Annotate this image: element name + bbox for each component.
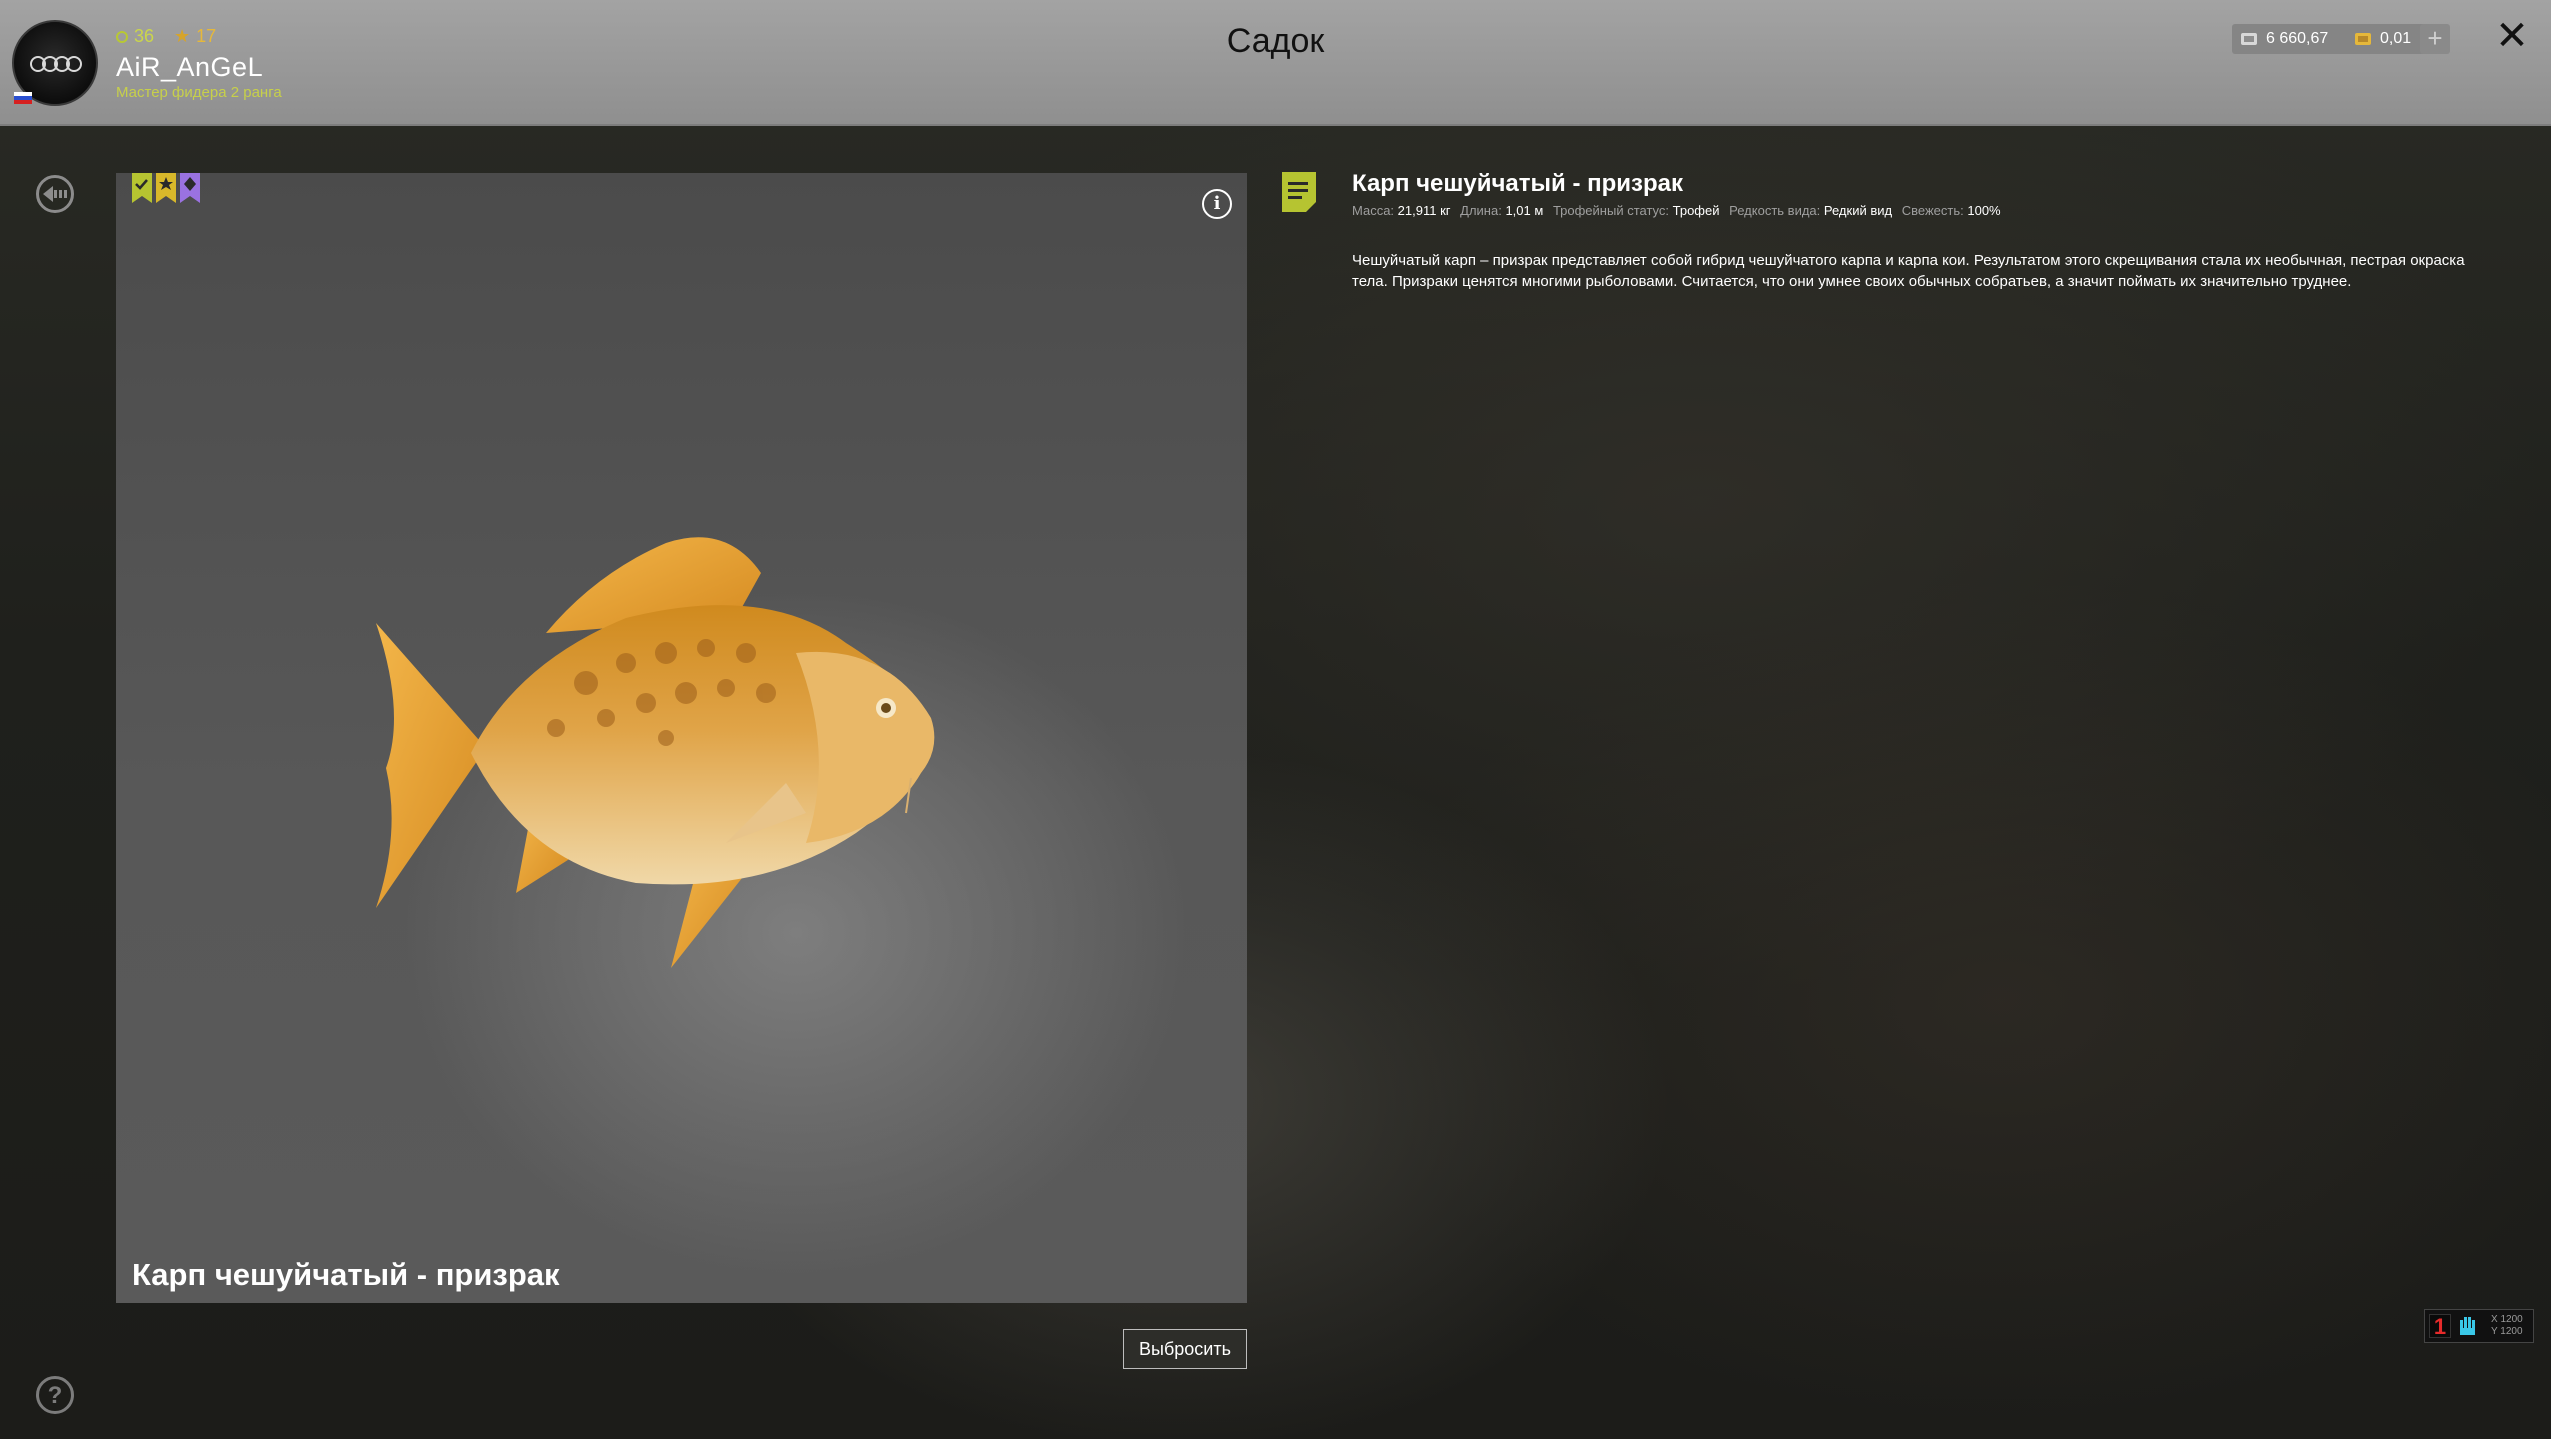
freshness-label: Свежесть: bbox=[1901, 203, 1964, 218]
back-arrow-icon bbox=[43, 186, 67, 202]
length-value: 1,01 м bbox=[1505, 203, 1544, 218]
back-button[interactable] bbox=[36, 175, 74, 213]
hud-y: Y 1200 bbox=[2491, 1326, 2523, 1337]
hud-indicator: 1 X 1200 Y 1200 bbox=[2424, 1309, 2534, 1343]
rarity-label: Редкость вида: bbox=[1729, 203, 1821, 218]
gold-amount: 0,01 bbox=[2380, 30, 2412, 47]
trophy-label: Трофейный статус: bbox=[1552, 203, 1670, 218]
hud-coords: X 1200 Y 1200 bbox=[2491, 1314, 2523, 1338]
silver-amount: 6 660,67 bbox=[2266, 30, 2329, 47]
fish-preview-panel: i Карп чешуйчатый - призрак bbox=[116, 173, 1247, 1303]
fish-image bbox=[376, 537, 935, 968]
rarity-value: Редкий вид bbox=[1823, 203, 1893, 218]
length-label: Длина: bbox=[1460, 203, 1502, 218]
mass-label: Масса: bbox=[1352, 203, 1395, 218]
hud-number: 1 bbox=[2429, 1314, 2451, 1339]
check-ribbon-icon bbox=[132, 173, 152, 203]
document-icon bbox=[1282, 172, 1316, 212]
fish-meta: Масса: 21,911 кг Длина: 1,01 м Трофейный… bbox=[1352, 203, 2007, 218]
silver-coin-icon bbox=[2241, 33, 2257, 45]
gold-coin-icon bbox=[2355, 33, 2371, 45]
help-button[interactable]: ? bbox=[36, 1376, 74, 1414]
close-button[interactable]: ✕ bbox=[2494, 16, 2530, 56]
star-ribbon-icon bbox=[156, 173, 176, 203]
user-rank: Мастер фидера 2 ранга bbox=[116, 84, 282, 101]
fish-caption: Карп чешуйчатый - призрак bbox=[132, 1257, 560, 1292]
russia-flag-icon bbox=[14, 92, 32, 104]
info-button[interactable]: i bbox=[1202, 189, 1232, 219]
mass-value: 21,911 кг bbox=[1397, 203, 1451, 218]
gold-balance[interactable]: 0,01 bbox=[2346, 24, 2430, 54]
rare-ribbon-icon bbox=[180, 173, 200, 203]
add-currency-button[interactable]: + bbox=[2420, 24, 2450, 54]
hand-icon bbox=[2460, 1317, 2475, 1335]
top-bar: 36 ★ 17 AiR_AnGeL Мастер фидера 2 ранга … bbox=[0, 0, 2551, 126]
freshness-value: 100% bbox=[1967, 203, 2001, 218]
fish-title: Карп чешуйчатый - призрак bbox=[1352, 170, 1683, 197]
trophy-value: Трофей bbox=[1672, 203, 1720, 218]
silver-balance[interactable]: 6 660,67 bbox=[2232, 24, 2354, 54]
fish-description: Чешуйчатый карп – призрак представляет с… bbox=[1352, 252, 2465, 290]
throw-away-button[interactable]: Выбросить bbox=[1123, 1329, 1247, 1369]
hud-x: X 1200 bbox=[2491, 1314, 2523, 1325]
page-title: Садок bbox=[1226, 22, 1325, 60]
